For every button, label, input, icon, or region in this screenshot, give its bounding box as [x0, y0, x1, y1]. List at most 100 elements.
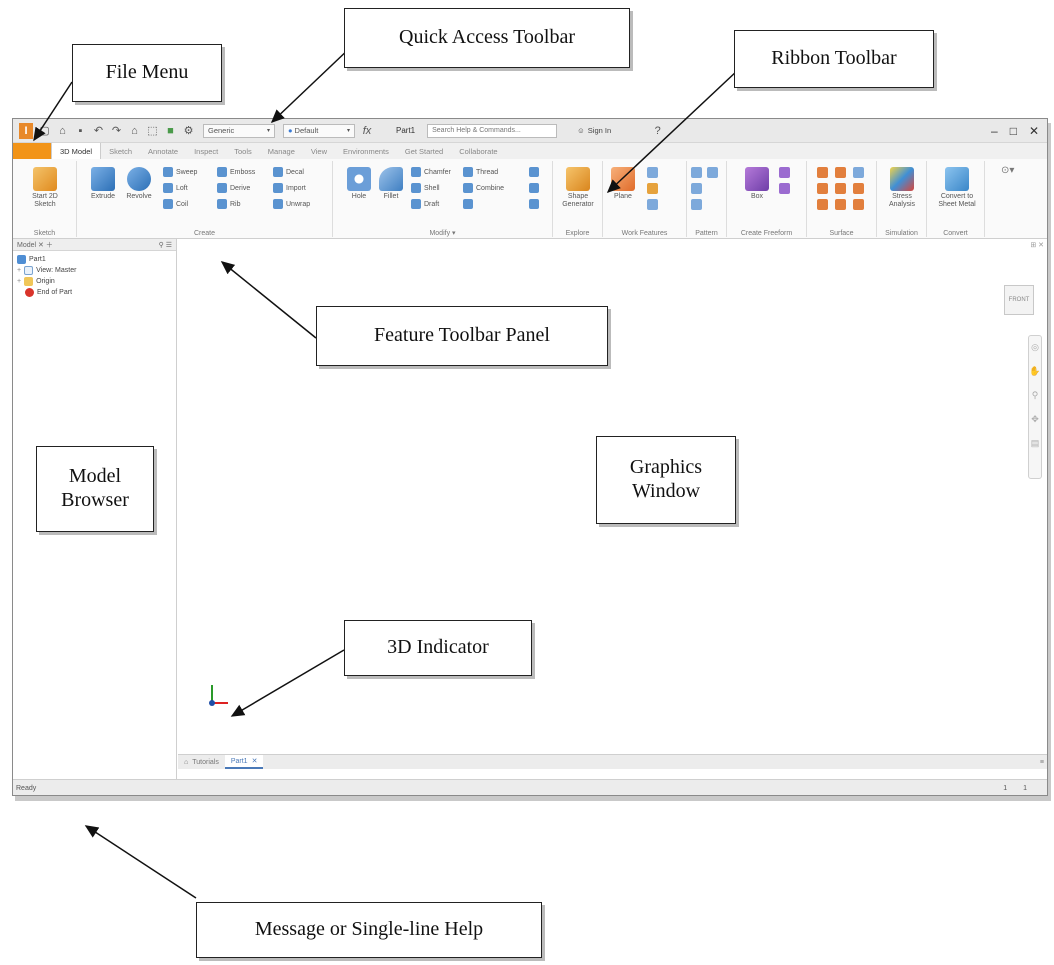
shape-generator-button[interactable]: Shape Generator: [560, 167, 596, 209]
maximize-icon[interactable]: □: [1010, 124, 1017, 138]
sculpt-icon[interactable]: [817, 183, 828, 194]
extend-icon[interactable]: [853, 183, 864, 194]
tab-tools[interactable]: Tools: [226, 143, 260, 159]
fit-mesh-icon[interactable]: [853, 199, 864, 210]
repair-bodies-icon[interactable]: [835, 199, 846, 210]
start-sketch-button[interactable]: Start 2D Sketch: [27, 167, 63, 209]
sketch-pattern-icon[interactable]: [691, 199, 702, 210]
hole-button[interactable]: Hole: [341, 167, 377, 201]
rectangular-pattern-icon[interactable]: [691, 167, 702, 178]
direct-edit-button[interactable]: [463, 199, 473, 209]
redo-icon[interactable]: ↷: [110, 124, 123, 137]
move-face-button[interactable]: [529, 183, 539, 193]
file-menu-tab[interactable]: [13, 143, 51, 159]
sweep-button[interactable]: Sweep: [163, 167, 197, 177]
import-button[interactable]: Import: [273, 183, 306, 193]
tab-inspect[interactable]: Inspect: [186, 143, 226, 159]
rib-button[interactable]: Rib: [217, 199, 241, 209]
tree-item-view[interactable]: + View: Master: [17, 265, 172, 276]
tabs-menu-icon[interactable]: ≡: [1040, 759, 1044, 766]
patch-icon[interactable]: [853, 167, 864, 178]
ribbon-options-icon[interactable]: ⊙▾: [1001, 165, 1014, 176]
material-dropdown[interactable]: Generic ▾: [203, 123, 275, 138]
combine-button[interactable]: Combine: [463, 183, 504, 193]
replace-face-icon[interactable]: [817, 199, 828, 210]
tab-3d-model[interactable]: 3D Model: [51, 143, 102, 159]
direct-edit-icon: [463, 199, 473, 209]
browser-search-icon[interactable]: ⚲ ☰: [159, 241, 172, 249]
point-icon[interactable]: [647, 183, 658, 194]
help-icon[interactable]: ?: [651, 124, 664, 137]
panel-title-modify[interactable]: Modify ▾: [333, 229, 552, 237]
tab-sketch[interactable]: Sketch: [101, 143, 140, 159]
color-icon[interactable]: ■: [164, 124, 177, 137]
ucs-icon[interactable]: [647, 199, 658, 210]
close-tab-icon[interactable]: ✕: [252, 757, 258, 765]
tab-collaborate[interactable]: Collaborate: [451, 143, 505, 159]
part-tab[interactable]: Part1 ✕: [224, 755, 264, 769]
undo-icon[interactable]: ↶: [92, 124, 105, 137]
pan-icon[interactable]: ✋: [1029, 366, 1040, 377]
tab-environments[interactable]: Environments: [335, 143, 397, 159]
tab-manage[interactable]: Manage: [260, 143, 303, 159]
tree-item-origin[interactable]: + Origin: [17, 276, 172, 287]
unwrap-button[interactable]: Unwrap: [273, 199, 310, 209]
expand-icon[interactable]: +: [17, 267, 21, 274]
freeform-edit-icon[interactable]: [779, 167, 790, 178]
revolve-button[interactable]: Revolve: [121, 167, 157, 201]
stress-analysis-button[interactable]: Stress Analysis: [884, 167, 920, 209]
browser-title[interactable]: Model ✕ ＋: [17, 240, 53, 250]
app-logo-icon[interactable]: I: [19, 122, 33, 139]
axis-icon[interactable]: [647, 167, 658, 178]
orbit-icon[interactable]: ✥: [1031, 414, 1039, 425]
close-icon[interactable]: ✕: [1029, 124, 1039, 138]
fillet-button[interactable]: Fillet: [373, 167, 409, 201]
stitch-icon[interactable]: [835, 167, 846, 178]
home-icon[interactable]: ⌂: [128, 124, 141, 137]
box-button[interactable]: Box: [739, 167, 775, 201]
convert-sheet-metal-button[interactable]: Convert to Sheet Metal: [935, 167, 979, 209]
loft-button[interactable]: Loft: [163, 183, 188, 193]
tree-item-part[interactable]: Part1: [17, 254, 172, 265]
plane-button[interactable]: Plane: [605, 167, 641, 201]
draft-button[interactable]: Draft: [411, 199, 439, 209]
delete-face-button[interactable]: [529, 199, 539, 209]
help-search-input[interactable]: Search Help & Commands...: [427, 123, 558, 138]
minimize-icon[interactable]: –: [991, 124, 998, 138]
zoom-icon[interactable]: ⚲: [1032, 390, 1039, 401]
steering-wheel-icon[interactable]: ◎: [1031, 342, 1039, 353]
tab-view[interactable]: View: [303, 143, 335, 159]
expand-icon[interactable]: +: [17, 278, 21, 285]
status-counters: 1 1: [1003, 785, 1027, 792]
split-button[interactable]: [529, 167, 539, 177]
tab-annotate[interactable]: Annotate: [140, 143, 186, 159]
circular-pattern-icon[interactable]: [691, 183, 702, 194]
viewcube[interactable]: FRONT: [1004, 285, 1034, 315]
appearance-dropdown[interactable]: ● Default ▾: [283, 123, 355, 138]
thicken-icon[interactable]: [817, 167, 828, 178]
sign-in-button[interactable]: ☺ Sign In: [577, 126, 611, 135]
chamfer-button[interactable]: Chamfer: [411, 167, 451, 177]
fx-icon[interactable]: fx: [360, 124, 374, 137]
settings-icon[interactable]: ⚙: [182, 124, 195, 137]
window-options-icon[interactable]: ⊞ ✕: [1030, 241, 1044, 249]
trim-icon[interactable]: [835, 183, 846, 194]
extrude-button[interactable]: Extrude: [85, 167, 121, 201]
decal-button[interactable]: Decal: [273, 167, 304, 177]
new-file-icon[interactable]: ▢: [38, 124, 51, 137]
tab-get-started[interactable]: Get Started: [397, 143, 451, 159]
thread-button[interactable]: Thread: [463, 167, 498, 177]
coil-button[interactable]: Coil: [163, 199, 188, 209]
mirror-icon[interactable]: [707, 167, 718, 178]
open-file-icon[interactable]: ⌂: [56, 124, 69, 137]
tree-item-end-of-part[interactable]: End of Part: [17, 287, 172, 298]
freeform-shape-icon[interactable]: [779, 183, 790, 194]
select-icon[interactable]: ⬚: [146, 124, 159, 137]
look-at-icon[interactable]: ▤: [1031, 438, 1040, 449]
emboss-button[interactable]: Emboss: [217, 167, 255, 177]
save-icon[interactable]: ▪: [74, 124, 87, 137]
shell-button[interactable]: Shell: [411, 183, 440, 193]
home-tab[interactable]: ⌂ Tutorials: [178, 755, 225, 769]
emboss-icon: [217, 167, 227, 177]
derive-button[interactable]: Derive: [217, 183, 250, 193]
